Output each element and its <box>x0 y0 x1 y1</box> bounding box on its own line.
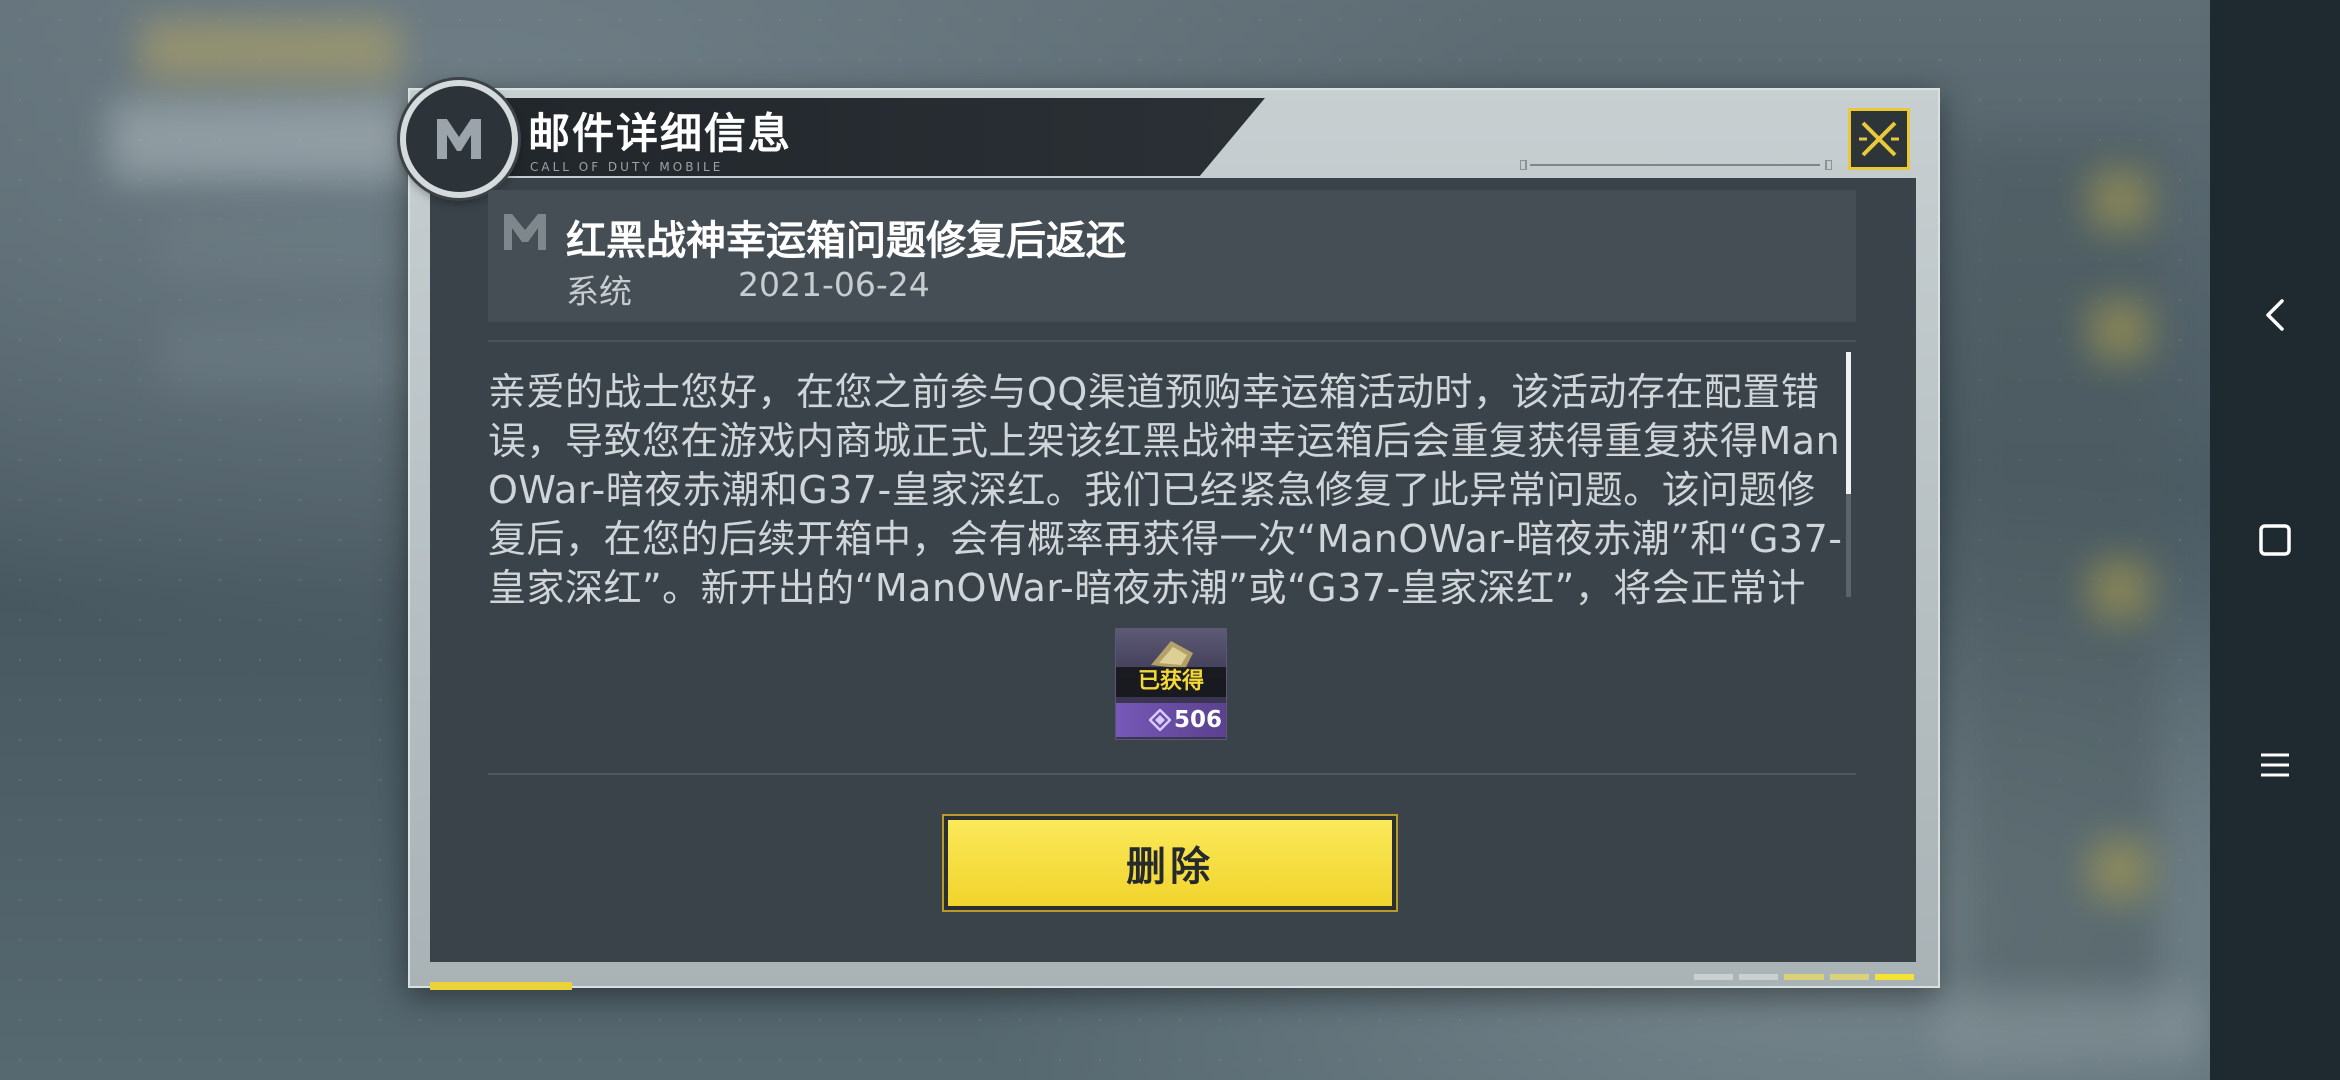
background-blur-shape <box>110 100 430 180</box>
attachment-status: 已获得 <box>1116 667 1226 697</box>
attachment-amount: 506 <box>1173 707 1222 733</box>
back-button[interactable] <box>2210 270 2340 360</box>
decor-progress-bars <box>1694 974 1915 982</box>
cod-points-icon <box>1148 709 1171 731</box>
recent-apps-button[interactable] <box>2210 720 2340 810</box>
decor-slider <box>1520 160 1832 170</box>
close-x-icon <box>1859 121 1899 157</box>
mail-body-text: 亲爱的战士您好，在您之前参与QQ渠道预购幸运箱活动时，该活动存在配置错误，导致您… <box>488 370 1843 610</box>
close-button[interactable] <box>1848 108 1910 170</box>
background-blur-shape <box>2090 840 2150 900</box>
menu-icon <box>2261 753 2289 777</box>
system-navigation-bar <box>2210 0 2340 1080</box>
decor-stripe <box>430 982 572 990</box>
scrollbar-thumb[interactable] <box>1846 352 1851 494</box>
cod-logo-icon <box>400 80 518 198</box>
dialog-title: 邮件详细信息 <box>528 109 793 158</box>
home-icon <box>2259 524 2291 556</box>
game-name-subtitle: CALL OF DUTY MOBILE <box>530 160 724 174</box>
mail-body-scroll[interactable]: 亲爱的战士您好，在您之前参与QQ渠道预购幸运箱活动时，该活动存在配置错误，导致您… <box>488 368 1844 614</box>
mail-date: 2021-06-24 <box>738 265 930 304</box>
mail-sender: 系统 <box>566 272 632 311</box>
mail-title: 红黑战神幸运箱问题修复后返还 <box>566 218 1126 264</box>
attachment-amount-bar: 506 <box>1116 703 1226 737</box>
attachment-item[interactable]: 已获得 506 <box>1115 628 1227 740</box>
back-icon <box>2266 299 2284 331</box>
background-blur-shape <box>2090 560 2150 620</box>
background-blur-shape <box>2090 170 2150 230</box>
background-blur-shape <box>2090 300 2150 360</box>
divider <box>488 340 1856 342</box>
background-blur-shape <box>160 320 420 390</box>
scrollbar[interactable] <box>1846 352 1851 597</box>
background-blur-shape <box>160 210 420 280</box>
divider <box>488 773 1856 775</box>
background-blur-shape <box>140 20 400 80</box>
cod-mail-icon <box>504 214 546 250</box>
delete-button[interactable]: 删除 <box>948 820 1392 906</box>
home-button[interactable] <box>2210 495 2340 585</box>
background-blur-shape <box>1940 990 2200 1060</box>
